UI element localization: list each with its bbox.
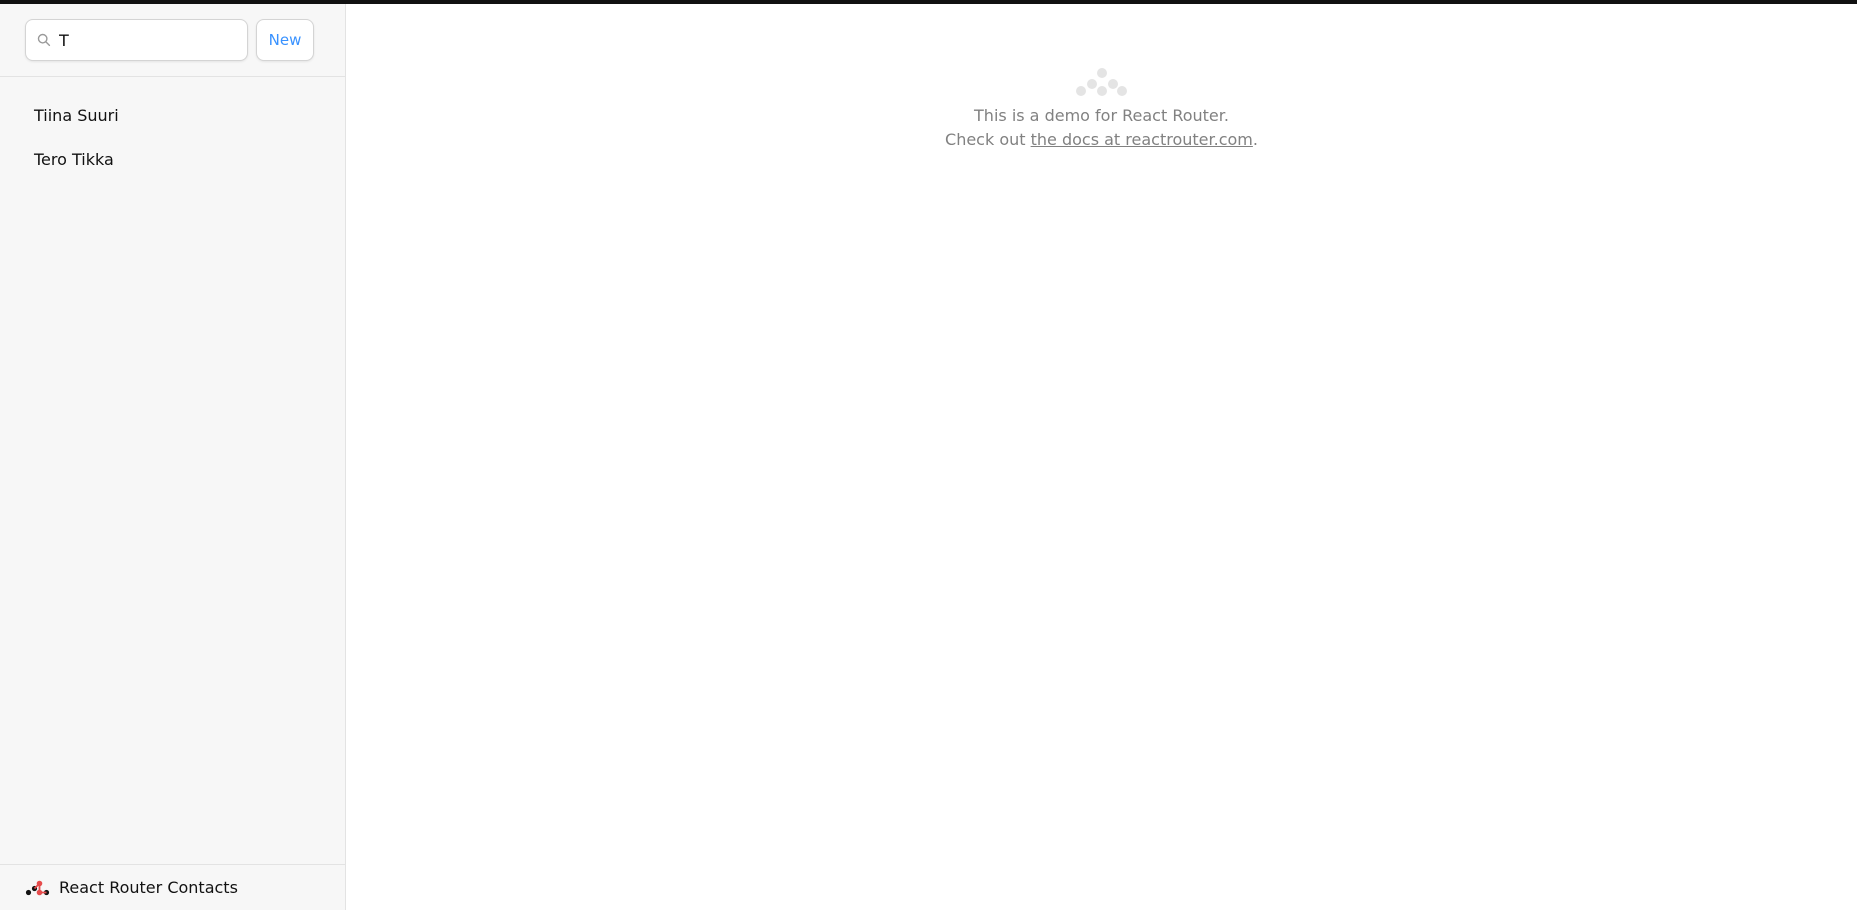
app-root: New Tiina Suuri Tero Tikka React Router … bbox=[0, 4, 1857, 910]
sidebar: New Tiina Suuri Tero Tikka React Router … bbox=[0, 4, 346, 910]
new-contact-button[interactable]: New bbox=[256, 19, 314, 61]
docs-link[interactable]: the docs at reactrouter.com bbox=[1031, 130, 1253, 149]
contact-list: Tiina Suuri Tero Tikka bbox=[0, 77, 345, 864]
search-icon bbox=[37, 33, 51, 47]
main-content: This is a demo for React Router. Check o… bbox=[346, 4, 1857, 910]
docs-suffix: . bbox=[1252, 130, 1258, 149]
app-title: React Router Contacts bbox=[59, 878, 238, 897]
demo-description: This is a demo for React Router. bbox=[974, 106, 1229, 125]
react-router-logo-icon bbox=[25, 880, 50, 895]
react-router-logo-icon bbox=[1075, 68, 1127, 96]
sidebar-footer: React Router Contacts bbox=[0, 864, 345, 910]
contact-list-item[interactable]: Tero Tikka bbox=[16, 139, 329, 179]
index-page: This is a demo for React Router. Check o… bbox=[346, 66, 1857, 152]
search-form[interactable] bbox=[25, 19, 248, 61]
search-input[interactable] bbox=[26, 20, 247, 60]
docs-line: Check out the docs at reactrouter.com. bbox=[346, 128, 1857, 152]
contact-list-item[interactable]: Tiina Suuri bbox=[16, 95, 329, 135]
docs-prefix: Check out bbox=[945, 130, 1031, 149]
sidebar-header: New bbox=[0, 4, 345, 77]
